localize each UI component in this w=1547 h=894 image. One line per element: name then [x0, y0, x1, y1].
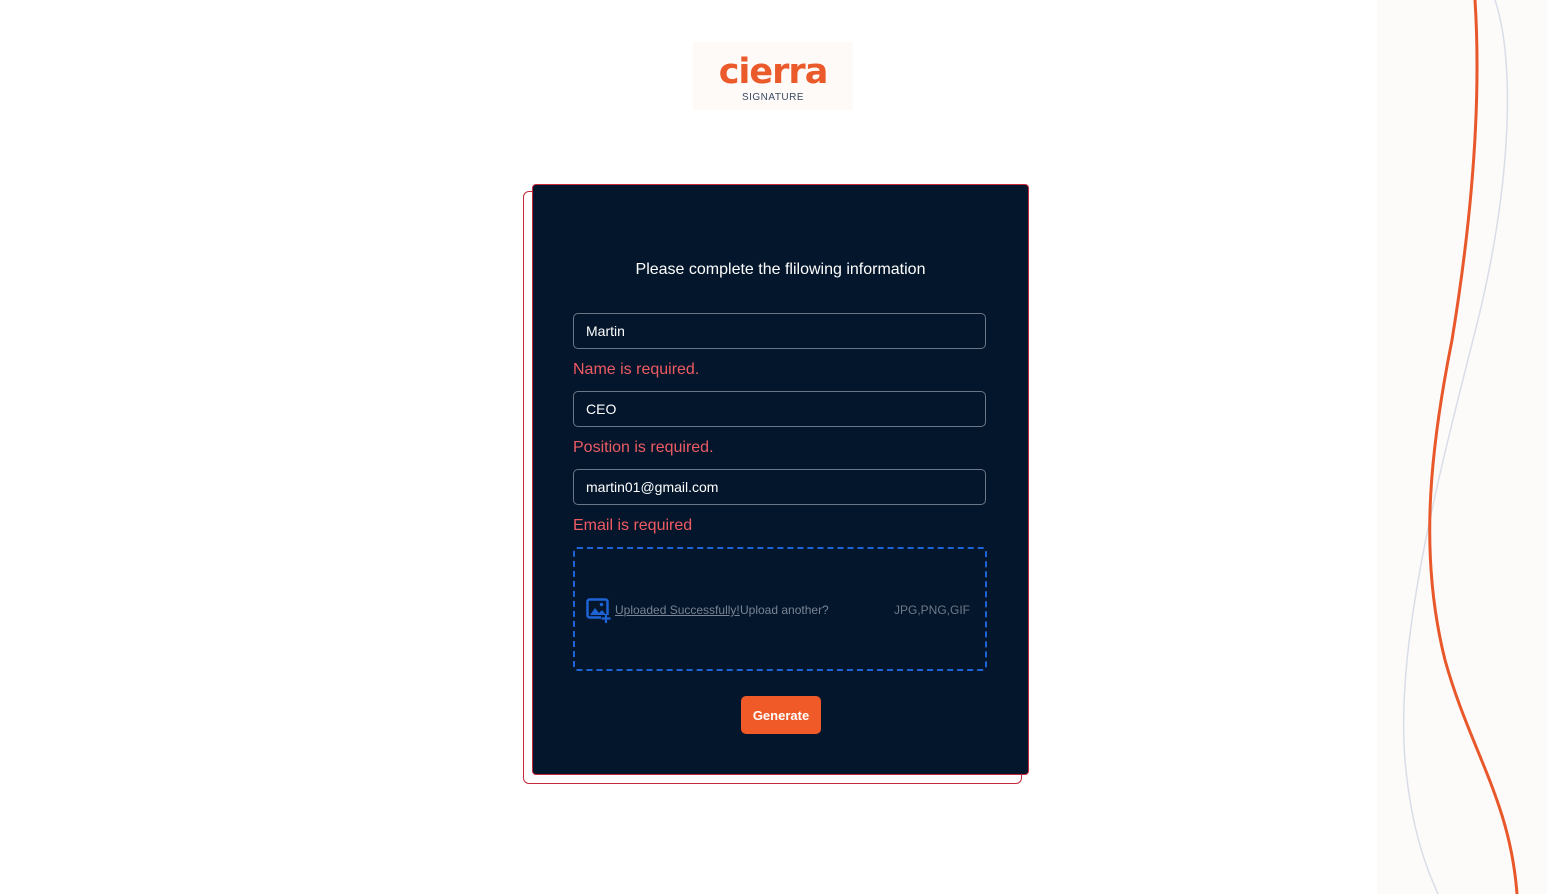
- position-input[interactable]: [573, 391, 986, 427]
- generate-button[interactable]: Generate: [741, 696, 821, 734]
- upload-success-link[interactable]: Uploaded Successfully!: [615, 603, 740, 617]
- brand-logo: cierra SIGNATURE: [693, 42, 853, 110]
- logo-subtitle: SIGNATURE: [741, 92, 805, 103]
- image-upload-dropzone[interactable]: Uploaded Successfully! Upload another? J…: [573, 547, 987, 671]
- signature-form-card: Please complete the flilowing informatio…: [532, 184, 1029, 775]
- logo-wordmark: cierra: [718, 52, 829, 92]
- upload-file-types: JPG,PNG,GIF: [893, 603, 970, 617]
- form-heading: Please complete the flilowing informatio…: [635, 261, 926, 278]
- page: cierra SIGNATURE Please complete the fli…: [0, 0, 1547, 894]
- email-input[interactable]: [573, 469, 986, 505]
- image-add-icon: [586, 598, 614, 629]
- upload-another-text: Upload another?: [740, 603, 829, 617]
- email-error: Email is required: [573, 517, 693, 534]
- position-error: Position is required.: [573, 439, 714, 456]
- name-error: Name is required.: [573, 361, 700, 378]
- name-input[interactable]: [573, 313, 986, 349]
